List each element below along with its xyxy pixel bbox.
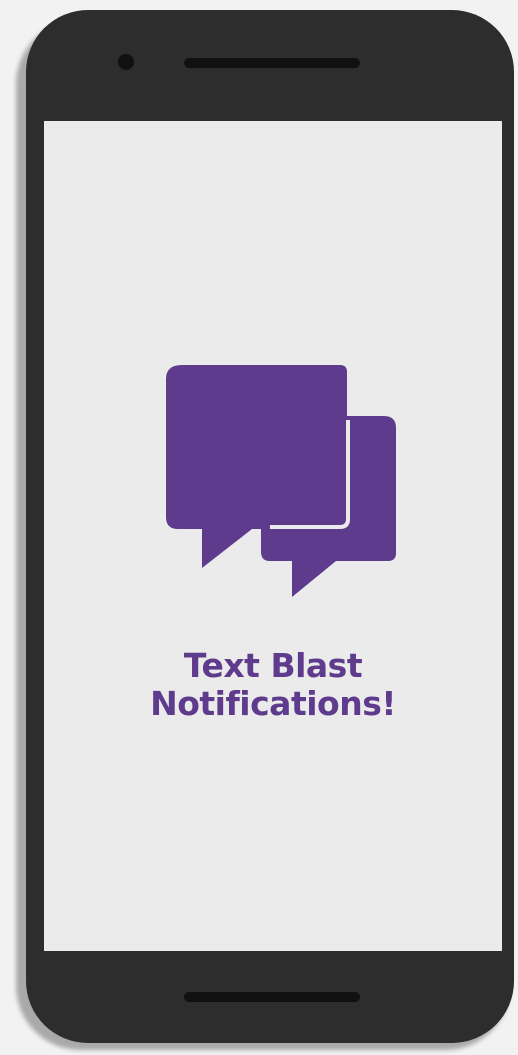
notification-title: Text Blast Notifications! <box>44 647 502 723</box>
phone-frame: Text Blast Notifications! <box>26 10 514 1043</box>
home-indicator <box>184 992 360 1002</box>
chat-bubbles-icon <box>166 365 396 597</box>
earpiece-speaker <box>184 58 360 68</box>
title-line-2: Notifications! <box>150 684 396 723</box>
front-camera <box>118 54 134 70</box>
phone-screen: Text Blast Notifications! <box>44 121 502 951</box>
title-line-1: Text Blast <box>183 646 363 685</box>
